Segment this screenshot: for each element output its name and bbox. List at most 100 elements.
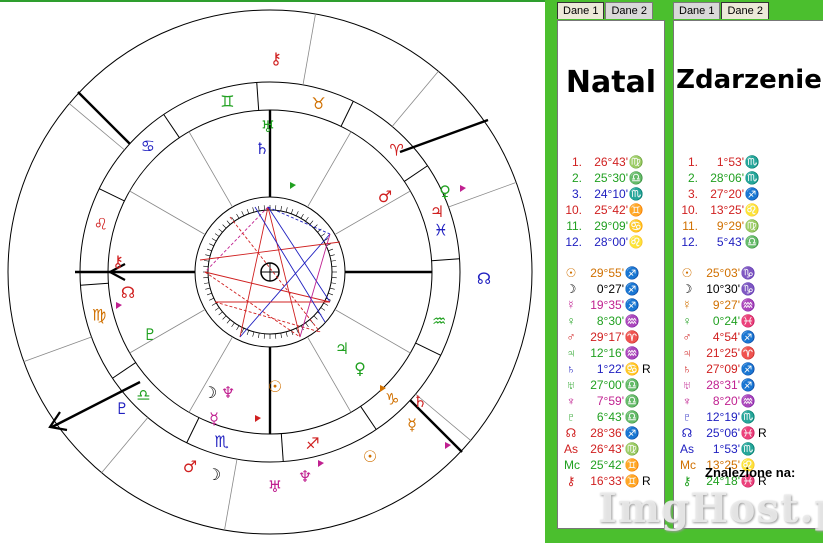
house-line [392,71,438,126]
planet-row: ♄27°09'♐ [680,362,758,376]
house-row: 12.5°43'♎ [680,235,760,249]
planet-row: ♃12°16'♒ [564,346,642,360]
degree-tick [215,308,219,311]
house-row: 10.25°42'♊ [564,203,644,217]
degree-tick [258,206,259,211]
sign-divider [361,406,377,429]
house-degree: 28°00' [582,235,628,249]
tab-dane-1[interactable]: Dane 1 [557,2,604,19]
planet-degree: 10°30' [694,282,740,296]
degree-tick [212,239,216,242]
sign-divider [99,189,124,201]
house-degree: 28°06' [698,171,744,185]
natal-planet-icon: ♃ [335,339,349,358]
planet-degree: 26°43' [578,442,624,456]
house-sign-icon: ♏ [744,155,760,169]
planet-degree: 8°20' [694,394,740,408]
outer-axis [78,92,130,144]
planet-row: ☉25°03'♑ [680,266,758,280]
sign-divider [164,114,180,137]
planet-sign-icon: ♈ [624,330,640,344]
transit-planet-icon: ♇ [115,399,129,418]
astro-chart-area[interactable]: ♊♉♈♓♒♑♐♏♎♍♌♋♅♄♂☽♆☉♀♃☿♇☊⚷⚷☊♀♃☉♆☽♂♇☿♄♅ [0,0,545,543]
degree-tick [310,221,313,225]
aspect-line [205,207,268,272]
planet-icon: ☊ [564,426,578,440]
degree-tick [237,326,240,330]
aspect-line [300,234,330,337]
house-number: 2. [564,171,582,185]
planet-icon: ♅ [680,378,694,392]
panel-title: Zdarzenie [674,65,823,95]
planet-degree: 12°19' [694,410,740,424]
position-marker [460,185,466,192]
house-row: 11.29°09'♋ [564,219,644,233]
retrograde-flag: R [642,362,651,376]
zodiac-sign-icon: ♐ [305,434,319,453]
house-row: 1.26°43'♍ [564,155,644,169]
degree-tick [306,323,309,327]
sign-divider [404,166,427,182]
planet-sign-icon: ♒ [624,314,640,328]
house-line [130,310,205,354]
tab-dane-2[interactable]: Dane 2 [605,2,652,19]
planet-row: ☊28°36'♐ [564,426,642,440]
degree-tick [330,288,335,289]
sign-divider [416,343,441,355]
planet-sign-icon: ♈ [740,346,756,360]
tab-dane-2[interactable]: Dane 2 [721,2,768,19]
degree-tick [286,207,287,212]
planet-degree: 27°00' [578,378,624,392]
house-number: 10. [680,203,698,217]
planet-row: ♀0°24'♓ [680,314,758,328]
degree-tick [324,303,328,306]
degree-tick [331,260,336,261]
house-line [449,182,517,207]
house-number: 11. [564,219,582,233]
sign-divider [281,434,283,462]
transit-planet-icon: ☿ [407,415,417,434]
planet-degree: 0°24' [694,314,740,328]
planet-degree: 12°16' [578,346,624,360]
transit-planet-icon: ♂ [183,457,197,476]
house-sign-icon: ♍ [744,219,760,233]
house-number: 1. [680,155,698,169]
planet-icon: ♀ [564,314,578,328]
planet-icon: ♀ [680,314,694,328]
planet-degree: 25°42' [578,458,624,472]
degree-tick [281,206,282,211]
transit-planet-icon: ☊ [477,269,491,288]
natal-tabs: Dane 1 Dane 2 [557,2,654,20]
aspect-line [200,242,340,260]
planet-sign-icon: ♑ [740,266,756,280]
degree-tick [291,330,293,335]
degree-tick [306,217,309,221]
planet-row: ♆7°59'♎ [564,394,642,408]
sign-divider [257,82,259,110]
planet-sign-icon: ♓ [740,426,756,440]
degree-tick [207,249,212,251]
planet-icon: ♃ [564,346,578,360]
degree-tick [223,316,227,320]
house-row: 10.13°25'♌ [680,203,760,217]
transit-planet-icon: ♄ [413,392,427,411]
planet-icon: ♄ [564,362,578,376]
house-sign-icon: ♏ [628,187,644,201]
tab-dane-1[interactable]: Dane 1 [673,2,720,19]
planet-sign-icon: ♋ [624,362,640,376]
outer-axis [400,120,488,152]
zodiac-sign-icon: ♈ [389,141,403,160]
house-row: 11.9°29'♍ [680,219,760,233]
house-number: 3. [680,187,698,201]
zodiac-sign-icon: ♊ [220,92,234,111]
planet-row: ♂4°54'♐ [680,330,758,344]
planet-icon: ♇ [680,410,694,424]
house-degree: 25°30' [582,171,628,185]
planet-sign-icon: ♐ [624,298,640,312]
planet-row: ♇12°19'♏ [680,410,758,424]
degree-tick [207,293,212,295]
planet-icon: ♅ [564,378,578,392]
natal-planet-icon: ♅ [261,117,275,136]
degree-tick [258,333,259,338]
planet-degree: 27°09' [694,362,740,376]
